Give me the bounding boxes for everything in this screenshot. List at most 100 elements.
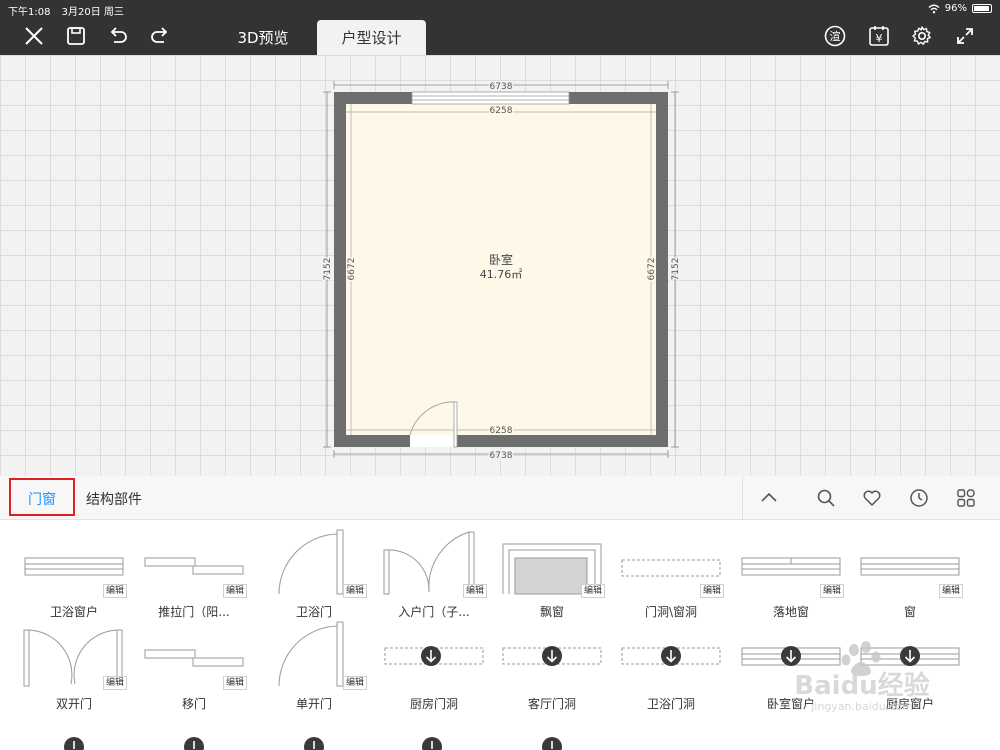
expand-icon <box>957 28 973 44</box>
design-canvas[interactable]: 6738 6258 6258 6738 7152 6672 6672 7152 … <box>0 55 1000 476</box>
bathroom-opening-thumb <box>621 646 721 666</box>
undo-button[interactable] <box>104 22 132 50</box>
edit-badge[interactable]: 编辑 <box>222 676 247 690</box>
edit-badge[interactable]: 编辑 <box>580 584 605 598</box>
window-top[interactable] <box>411 91 570 105</box>
bedroom-window-thumb <box>741 646 841 666</box>
app-screen: 下午1:08 3月20日 周三 96% 3D预览 户型设计 渲 ¥ 6738 6… <box>0 0 1000 750</box>
item-label: 入户门（子... <box>398 605 470 619</box>
tab-3d-preview[interactable]: 3D预览 <box>215 20 311 55</box>
fullscreen-button[interactable] <box>951 22 979 50</box>
battery-percent: 96% <box>944 3 967 14</box>
download-icon[interactable] <box>303 736 325 750</box>
catalog-item[interactable]: 编辑 移门 <box>139 620 249 711</box>
status-time: 下午1:08 <box>8 7 51 18</box>
dim-right-inner: 6672 <box>647 258 657 281</box>
item-label: 推拉门（阳... <box>158 605 230 619</box>
close-button[interactable] <box>20 22 48 50</box>
download-icon[interactable] <box>63 736 85 750</box>
item-label: 卫浴门洞 <box>646 697 695 711</box>
category-tab-structural[interactable]: 结构部件 <box>80 485 148 512</box>
dim-top-inner: 6258 <box>490 106 513 116</box>
status-bar: 下午1:08 3月20日 周三 96% <box>0 0 1000 18</box>
download-icon[interactable] <box>183 736 205 750</box>
category-tab-doors-windows[interactable]: 门窗 <box>14 485 70 512</box>
render-button[interactable]: 渲 <box>821 22 849 50</box>
catalog-item[interactable]: 编辑 门洞\窗洞 <box>616 528 726 619</box>
clock-icon <box>910 489 928 507</box>
item-label: 飘窗 <box>539 605 564 619</box>
download-icon[interactable] <box>541 736 563 750</box>
save-button[interactable] <box>62 22 90 50</box>
catalog-item[interactable]: 厨房窗户 <box>855 620 965 711</box>
redo-icon <box>151 27 168 43</box>
catalog-item[interactable]: 编辑 落地窗 <box>736 528 846 619</box>
item-label: 门洞\窗洞 <box>644 605 698 619</box>
favorites-button[interactable] <box>858 484 886 512</box>
status-date: 3月20日 周三 <box>61 7 124 18</box>
room-name: 卧室 <box>489 252 513 267</box>
catalog-item[interactable]: 厨房门洞 <box>379 620 489 711</box>
edit-badge[interactable]: 编辑 <box>938 584 963 598</box>
catalog-item[interactable]: 编辑 卫浴门 <box>259 528 369 619</box>
kitchen-opening-thumb <box>384 646 484 666</box>
item-label: 卫浴窗户 <box>49 605 98 619</box>
edit-badge[interactable]: 编辑 <box>222 584 247 598</box>
close-icon <box>25 27 43 45</box>
edit-badge[interactable]: 编辑 <box>102 584 127 598</box>
heart-icon <box>863 490 881 506</box>
kitchen-window-thumb <box>860 646 960 666</box>
catalog-tabs-bar: 门窗 结构部件 <box>0 476 1000 520</box>
edit-badge[interactable]: 编辑 <box>699 584 724 598</box>
tab-floorplan-design[interactable]: 户型设计 <box>317 20 426 55</box>
catalog-item[interactable]: 编辑 推拉门（阳... <box>139 528 249 619</box>
catalog-item[interactable]: 编辑 单开门 <box>259 620 369 711</box>
wifi-icon <box>928 4 940 13</box>
catalog-item[interactable]: 编辑 入户门（子... <box>379 528 489 619</box>
dim-bottom-inner: 6258 <box>490 426 513 436</box>
item-label: 卫浴门 <box>295 605 332 619</box>
catalog-item[interactable]: 客厅门洞 <box>497 620 607 711</box>
item-label: 厨房窗户 <box>885 697 934 711</box>
chevron-up-icon <box>761 492 777 502</box>
grid-view-button[interactable] <box>952 484 980 512</box>
redo-button[interactable] <box>146 22 174 50</box>
catalog-item[interactable]: 编辑 卫浴窗户 <box>19 528 129 619</box>
floor-plan[interactable]: 6738 6258 6258 6738 7152 6672 6672 7152 … <box>0 55 1000 476</box>
battery-icon <box>972 4 992 13</box>
edit-badge[interactable]: 编辑 <box>819 584 844 598</box>
quote-icon: ¥ <box>869 26 889 46</box>
item-label: 双开门 <box>55 697 92 711</box>
edit-badge[interactable]: 编辑 <box>342 676 367 690</box>
undo-icon <box>110 27 127 43</box>
item-label: 窗 <box>903 605 916 619</box>
item-label: 移门 <box>181 697 206 711</box>
render-icon: 渲 <box>824 25 846 47</box>
catalog-item[interactable]: 编辑 双开门 <box>19 620 129 711</box>
dim-left-inner: 6672 <box>347 258 357 281</box>
quote-badge-text: ¥ <box>876 32 883 45</box>
edit-badge[interactable]: 编辑 <box>102 676 127 690</box>
dim-top-outer: 6738 <box>490 82 513 92</box>
quote-button[interactable]: ¥ <box>865 22 893 50</box>
living-room-opening-thumb <box>502 646 602 666</box>
edit-badge[interactable]: 编辑 <box>462 584 487 598</box>
save-icon <box>67 27 85 45</box>
collapse-panel-button[interactable] <box>755 484 783 512</box>
history-button[interactable] <box>905 484 933 512</box>
catalog-item[interactable]: 卫浴门洞 <box>616 620 726 711</box>
grid-icon <box>957 489 975 507</box>
dim-right-outer: 7152 <box>671 258 681 281</box>
catalog-item[interactable]: 编辑 飘窗 <box>497 528 607 619</box>
search-button[interactable] <box>812 484 840 512</box>
search-icon <box>817 489 835 507</box>
item-label: 落地窗 <box>772 605 809 619</box>
catalog-item[interactable]: 编辑 窗 <box>855 528 965 619</box>
item-label: 单开门 <box>295 697 332 711</box>
toolbar-divider <box>742 476 743 520</box>
edit-badge[interactable]: 编辑 <box>342 584 367 598</box>
download-icon[interactable] <box>421 736 443 750</box>
item-label: 卧室窗户 <box>766 697 815 711</box>
catalog-item[interactable]: 卧室窗户 <box>736 620 846 711</box>
settings-button[interactable] <box>908 22 936 50</box>
